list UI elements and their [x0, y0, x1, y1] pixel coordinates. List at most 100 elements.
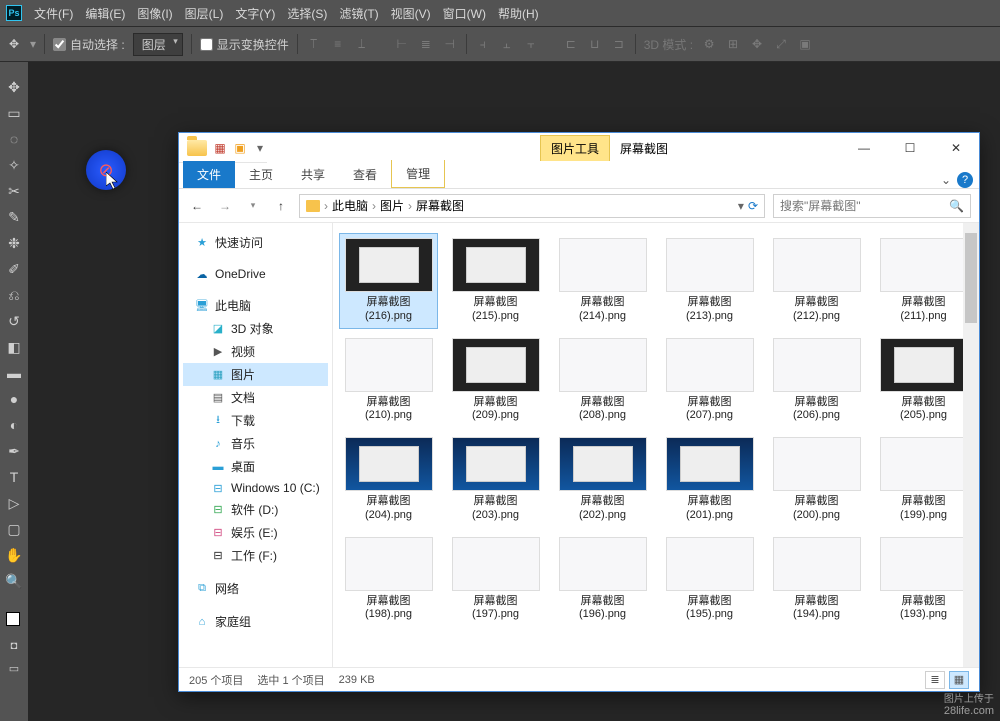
history-brush-tool-icon[interactable]: ↺ — [2, 310, 26, 332]
tree-this-pc[interactable]: 🖥此电脑 — [183, 294, 328, 317]
blur-tool-icon[interactable]: ● — [2, 388, 26, 410]
file-item[interactable]: 屏幕截图 (216).png — [339, 233, 438, 329]
quickmask-icon[interactable]: ◘ — [11, 640, 18, 652]
file-item[interactable]: 屏幕截图 (202).png — [553, 432, 652, 528]
forward-button[interactable]: → — [215, 196, 235, 216]
transform-controls-checkbox[interactable]: 显示变换控件 — [200, 36, 289, 53]
align-top-icon[interactable]: ⟙ — [306, 37, 322, 51]
ribbon-expand-icon[interactable]: ⌄ — [941, 173, 951, 187]
file-item[interactable]: 屏幕截图 (204).png — [339, 432, 438, 528]
screenmode-icon[interactable]: ▭ — [9, 662, 19, 675]
tree-pictures[interactable]: ▦图片 — [183, 363, 328, 386]
zoom-tool-icon[interactable]: 🔍 — [2, 570, 26, 592]
dist-1-icon[interactable]: ⫞ — [475, 37, 491, 51]
qat-props-icon[interactable]: ▦ — [213, 141, 227, 155]
file-item[interactable]: 屏幕截图 (208).png — [553, 333, 652, 429]
file-item[interactable]: 屏幕截图 (195).png — [660, 532, 759, 628]
view-details-icon[interactable]: ≣ — [925, 671, 945, 689]
marquee-tool-icon[interactable]: ▭ — [2, 102, 26, 124]
ps-menu-item[interactable]: 编辑(E) — [85, 5, 125, 22]
ribbon-tab[interactable]: 共享 — [287, 161, 339, 188]
close-button[interactable]: ✕ — [933, 133, 979, 163]
tree-drive-f[interactable]: ⊟工作 (F:) — [183, 544, 328, 567]
3d-pan-icon[interactable]: ⊞ — [725, 37, 741, 51]
auto-select-target-dropdown[interactable]: 图层 — [133, 33, 183, 56]
dodge-tool-icon[interactable]: ◐ — [2, 414, 26, 436]
tree-quick-access[interactable]: ★快速访问 — [183, 231, 328, 254]
color-swatch[interactable] — [2, 606, 26, 630]
file-item[interactable]: 屏幕截图 (207).png — [660, 333, 759, 429]
eyedropper-tool-icon[interactable]: ✎ — [2, 206, 26, 228]
ribbon-tab[interactable]: 文件 — [183, 161, 235, 188]
search-box[interactable]: 🔍 — [773, 194, 971, 218]
explorer-titlebar[interactable]: ▦ ▣ ▾ 图片工具 屏幕截图 — ☐ ✕ — [179, 133, 979, 163]
file-item[interactable]: 屏幕截图 (206).png — [767, 333, 866, 429]
qat-dropdown-icon[interactable]: ▾ — [253, 141, 267, 155]
minimize-button[interactable]: — — [841, 133, 887, 163]
lasso-tool-icon[interactable]: ◌ — [2, 128, 26, 150]
stamp-tool-icon[interactable]: ⎌ — [2, 284, 26, 306]
ps-menu-item[interactable]: 帮助(H) — [498, 5, 539, 22]
tree-video[interactable]: ▶视频 — [183, 340, 328, 363]
nav-tree[interactable]: ★快速访问 ☁OneDrive 🖥此电脑 ◪3D 对象 ▶视频 ▦图片 ▤文档 … — [179, 223, 333, 667]
file-item[interactable]: 屏幕截图 (198).png — [339, 532, 438, 628]
file-item[interactable]: 屏幕截图 (199).png — [874, 432, 973, 528]
auto-select-checkbox[interactable]: 自动选择 : — [53, 36, 125, 53]
3d-cam-icon[interactable]: ▣ — [797, 37, 813, 51]
tree-drive-d[interactable]: ⊟软件 (D:) — [183, 498, 328, 521]
crumb-0[interactable]: 此电脑 — [332, 197, 368, 214]
tree-network[interactable]: ⧉网络 — [183, 577, 328, 600]
3d-orbit-icon[interactable]: ⚙ — [701, 37, 717, 51]
shape-tool-icon[interactable]: ▢ — [2, 518, 26, 540]
magic-wand-tool-icon[interactable]: ✧ — [2, 154, 26, 176]
tree-onedrive[interactable]: ☁OneDrive — [183, 264, 328, 284]
move-tool-icon[interactable]: ✥ — [6, 36, 22, 52]
tree-3d[interactable]: ◪3D 对象 — [183, 317, 328, 340]
ps-menu-item[interactable]: 视图(V) — [391, 5, 431, 22]
align-bottom-icon[interactable]: ⟘ — [354, 37, 370, 51]
recent-dropdown-icon[interactable]: ▾ — [243, 196, 263, 216]
crumb-dropdown-icon[interactable]: ▾ — [738, 199, 744, 213]
up-button[interactable]: ↑ — [271, 196, 291, 216]
crumb-1[interactable]: 图片 — [380, 197, 404, 214]
crumb-2[interactable]: 屏幕截图 — [416, 197, 464, 214]
help-icon[interactable]: ? — [957, 172, 973, 188]
ps-menu-item[interactable]: 选择(S) — [287, 5, 327, 22]
file-item[interactable]: 屏幕截图 (205).png — [874, 333, 973, 429]
file-item[interactable]: 屏幕截图 (193).png — [874, 532, 973, 628]
3d-move-icon[interactable]: ✥ — [749, 37, 765, 51]
type-tool-icon[interactable]: T — [2, 466, 26, 488]
align-right-icon[interactable]: ⊣ — [442, 37, 458, 51]
dist-6-icon[interactable]: ⊐ — [611, 37, 627, 51]
back-button[interactable]: ← — [187, 196, 207, 216]
file-item[interactable]: 屏幕截图 (211).png — [874, 233, 973, 329]
ps-menu-item[interactable]: 文件(F) — [34, 5, 73, 22]
path-select-tool-icon[interactable]: ▷ — [2, 492, 26, 514]
view-large-icons-icon[interactable]: ▦ — [949, 671, 969, 689]
file-item[interactable]: 屏幕截图 (210).png — [339, 333, 438, 429]
file-item[interactable]: 屏幕截图 (196).png — [553, 532, 652, 628]
file-item[interactable]: 屏幕截图 (201).png — [660, 432, 759, 528]
search-icon[interactable]: 🔍 — [949, 199, 964, 213]
file-item[interactable]: 屏幕截图 (215).png — [446, 233, 545, 329]
tree-documents[interactable]: ▤文档 — [183, 386, 328, 409]
scrollbar-thumb[interactable] — [965, 233, 977, 323]
dist-5-icon[interactable]: ⊔ — [587, 37, 603, 51]
crop-tool-icon[interactable]: ✂ — [2, 180, 26, 202]
ribbon-tab[interactable]: 主页 — [235, 161, 287, 188]
gradient-tool-icon[interactable]: ▬ — [2, 362, 26, 384]
file-item[interactable]: 屏幕截图 (212).png — [767, 233, 866, 329]
ribbon-context-tab[interactable]: 管理 — [391, 160, 445, 188]
file-area[interactable]: 屏幕截图 (216).png屏幕截图 (215).png屏幕截图 (214).p… — [333, 223, 979, 667]
tree-desktop[interactable]: ▬桌面 — [183, 455, 328, 478]
ps-menu-item[interactable]: 窗口(W) — [443, 5, 486, 22]
file-item[interactable]: 屏幕截图 (197).png — [446, 532, 545, 628]
ps-menu-item[interactable]: 图层(L) — [185, 5, 224, 22]
dist-4-icon[interactable]: ⊏ — [563, 37, 579, 51]
refresh-icon[interactable]: ⟳ — [748, 199, 758, 213]
pen-tool-icon[interactable]: ✒ — [2, 440, 26, 462]
scrollbar[interactable] — [963, 223, 979, 667]
eraser-tool-icon[interactable]: ◧ — [2, 336, 26, 358]
file-item[interactable]: 屏幕截图 (213).png — [660, 233, 759, 329]
maximize-button[interactable]: ☐ — [887, 133, 933, 163]
